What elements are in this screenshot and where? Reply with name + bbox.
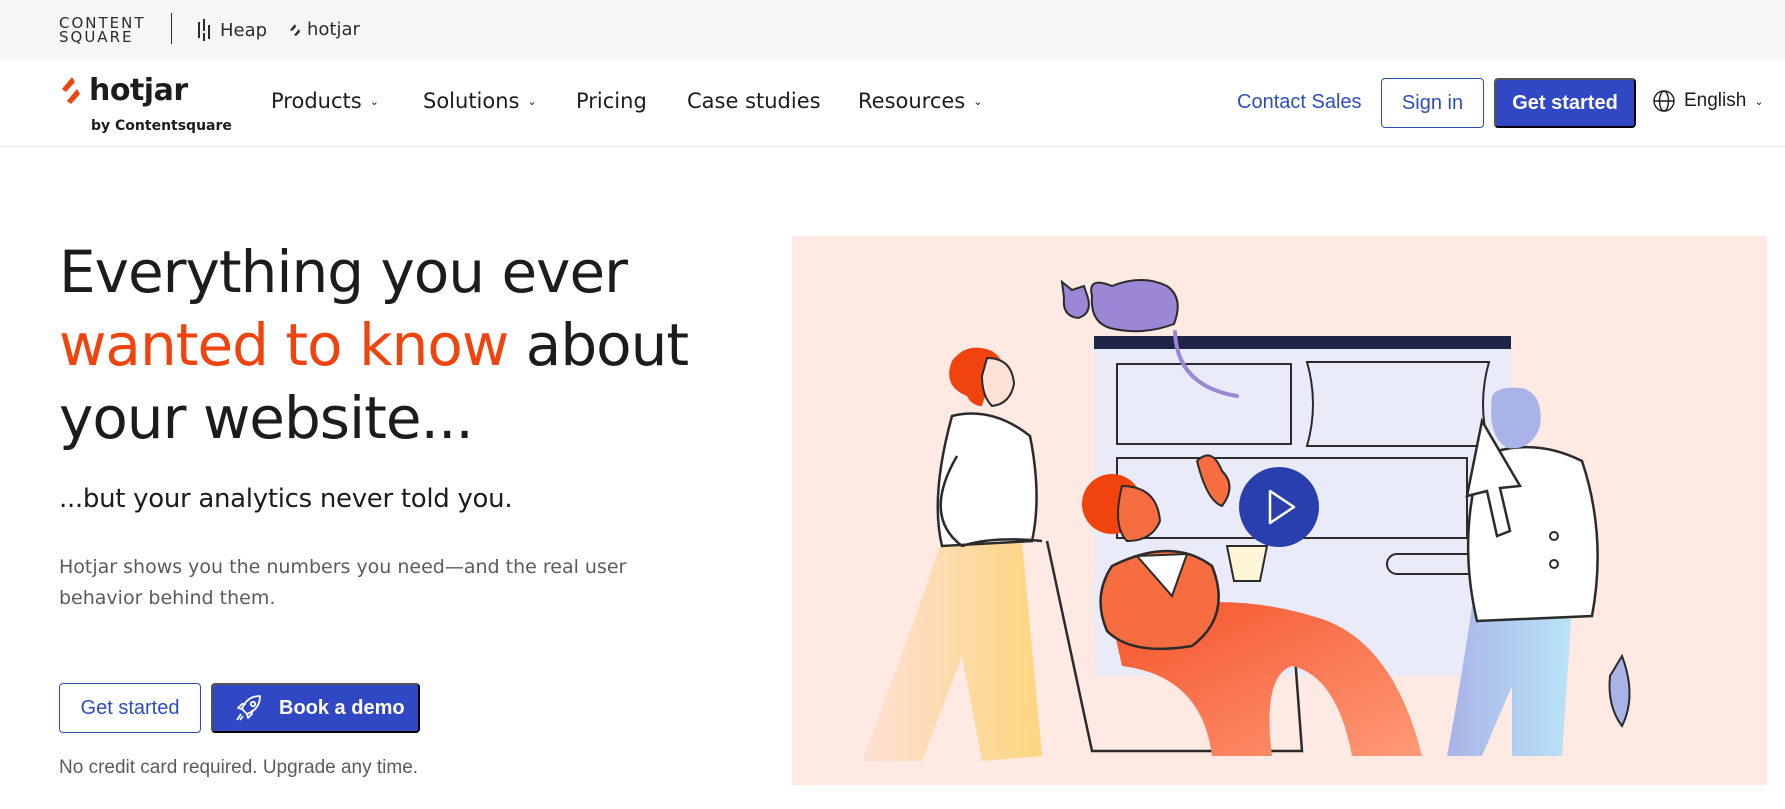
nav-item-resources[interactable]: Resources ⌄ <box>858 89 982 113</box>
heap-logo-icon <box>198 19 210 41</box>
hero-illustration-art <box>862 279 1631 761</box>
book-demo-label: Book a demo <box>279 696 405 719</box>
hero-subtitle: ...but your analytics never told you. <box>59 484 513 514</box>
hotjar-brand-link[interactable]: hotjar <box>288 19 360 40</box>
hotjar-flame-logo-icon <box>62 77 80 104</box>
hero-title-line1: Everything you ever <box>59 238 628 306</box>
nav-item-solutions[interactable]: Solutions ⌄ <box>423 89 537 113</box>
language-label: English <box>1684 90 1747 111</box>
nav-item-label: Case studies <box>687 89 821 113</box>
contentsquare-logo-line2: SQUARE <box>59 28 134 46</box>
main-nav: hotjar by Contentsquare Products ⌄ Solut… <box>0 59 1785 147</box>
nav-item-label: Solutions <box>423 89 520 113</box>
sign-in-button[interactable]: Sign in <box>1381 78 1484 128</box>
logo-byline: by Contentsquare <box>91 118 232 134</box>
nav-item-case-studies[interactable]: Case studies <box>687 89 821 113</box>
book-demo-button[interactable]: Book a demo <box>211 683 420 733</box>
hero-fineprint: No credit card required. Upgrade any tim… <box>59 757 419 778</box>
hero-description: Hotjar shows you the numbers you need—an… <box>59 556 627 609</box>
hotjar-flame-icon <box>290 23 300 36</box>
woman-legs <box>862 541 1042 761</box>
hero-title-about: about <box>525 311 689 379</box>
nav-item-label: Pricing <box>576 89 647 113</box>
rocket-icon <box>236 695 261 721</box>
hero-get-started-button[interactable]: Get started <box>59 683 201 733</box>
hero-title: Everything you ever wanted to know about… <box>59 236 739 455</box>
video-play-button[interactable] <box>1239 467 1319 547</box>
standing-man-hand <box>1608 653 1631 728</box>
chevron-down-icon: ⌄ <box>973 94 983 108</box>
chevron-down-icon: ⌄ <box>527 94 537 108</box>
brand-divider <box>171 13 172 44</box>
logo-wordmark: hotjar <box>89 73 188 108</box>
hero-illustration <box>792 236 1767 785</box>
brand-bar: CONTENT SQUARE Heap hotjar <box>0 0 1785 59</box>
heap-brand-label: Heap <box>220 19 268 41</box>
nav-item-pricing[interactable]: Pricing <box>576 89 647 113</box>
chevron-down-icon: ⌄ <box>1754 95 1764 108</box>
heap-brand-link[interactable]: Heap <box>197 19 267 41</box>
seated-man-cup <box>1225 545 1269 582</box>
woman-face <box>980 356 1016 408</box>
hero-title-accent: wanted to know <box>59 311 509 379</box>
nav-item-label: Products <box>271 89 362 113</box>
hero-title-line3: your website... <box>59 384 474 452</box>
browser-topbar <box>1094 336 1511 349</box>
nav-get-started-button[interactable]: Get started <box>1494 78 1636 128</box>
contact-sales-link[interactable]: Contact Sales <box>1237 91 1362 114</box>
globe-icon <box>1653 90 1675 112</box>
cat-head <box>1060 279 1090 320</box>
chevron-down-icon: ⌄ <box>369 94 379 108</box>
woman-torso <box>936 412 1038 548</box>
contentsquare-logo[interactable]: CONTENT SQUARE <box>59 16 146 46</box>
cat-body <box>1090 279 1179 333</box>
hotjar-brand-label: hotjar <box>307 19 360 40</box>
language-selector[interactable]: English ⌄ <box>1652 89 1764 113</box>
standing-man-head <box>1491 387 1541 449</box>
nav-item-products[interactable]: Products ⌄ <box>271 89 379 113</box>
nav-item-label: Resources <box>858 89 966 113</box>
